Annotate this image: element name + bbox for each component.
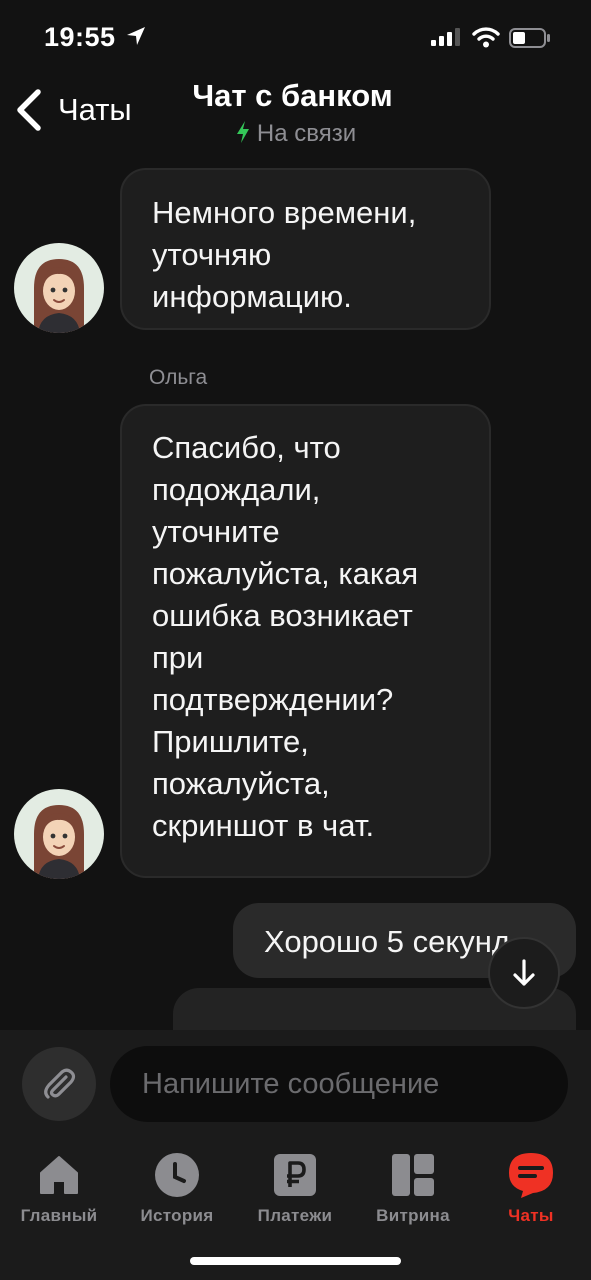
paperclip-icon <box>44 1068 76 1099</box>
chat-title: Чат с банком <box>0 78 591 114</box>
arrow-down-icon <box>513 959 535 986</box>
message-bubble-incoming: Немного времени, уточняю информацию. <box>120 168 491 330</box>
status-line: На связи <box>0 120 591 148</box>
avatar-illustration <box>14 243 104 333</box>
tab-label: Чаты <box>508 1206 554 1225</box>
sender-name: Ольга <box>149 366 208 389</box>
tab-history[interactable]: История <box>118 1148 236 1226</box>
message-bubble-incoming: Спасибо, что подождали, уточните пожалуй… <box>120 404 491 878</box>
wifi-icon <box>472 27 500 48</box>
tab-label: Витрина <box>376 1206 450 1225</box>
online-status: На связи <box>256 120 357 147</box>
battery-icon <box>509 28 550 48</box>
scroll-to-bottom-button[interactable] <box>488 937 560 1009</box>
grid-icon <box>392 1154 434 1196</box>
clock-icon <box>155 1153 199 1197</box>
tab-home[interactable]: Главный <box>0 1148 118 1226</box>
home-indicator <box>190 1257 401 1265</box>
message-input[interactable] <box>110 1046 568 1122</box>
status-time: 19:55 <box>44 22 116 52</box>
page-title: Чат с банком <box>192 78 393 113</box>
chat-icon <box>509 1153 553 1198</box>
ruble-icon <box>274 1154 316 1196</box>
tab-label: Платежи <box>257 1206 333 1225</box>
tab-chats[interactable]: Чаты <box>472 1148 590 1226</box>
avatar-illustration <box>14 789 104 879</box>
home-icon <box>40 1156 78 1194</box>
attach-button[interactable] <box>22 1047 96 1121</box>
location-arrow-icon <box>127 27 145 45</box>
operator-avatar <box>14 789 104 879</box>
tab-label: Главный <box>20 1206 98 1225</box>
lightning-icon <box>236 121 249 143</box>
tab-payments[interactable]: Платежи <box>236 1148 354 1226</box>
tab-label: История <box>140 1206 214 1225</box>
tab-showcase[interactable]: Витрина <box>354 1148 472 1226</box>
cellular-signal-icon <box>431 28 460 46</box>
operator-avatar <box>14 243 104 333</box>
